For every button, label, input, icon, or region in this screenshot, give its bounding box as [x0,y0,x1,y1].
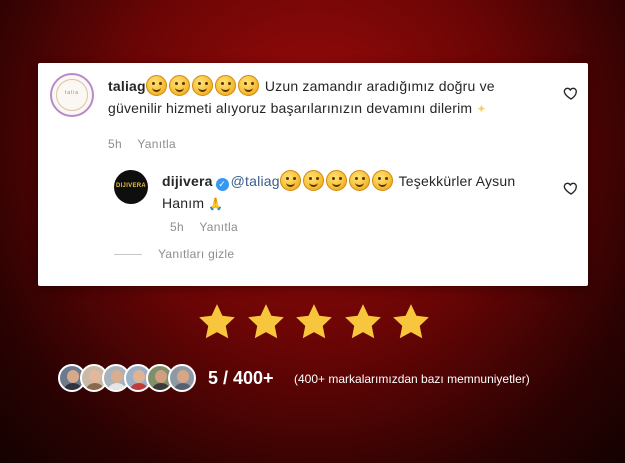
reply-username[interactable]: dijivera [162,173,213,189]
face-body [151,383,171,390]
reply-button[interactable]: Yanıtla [137,137,176,151]
avatar-logo-text: talia [64,90,80,96]
customer-avatar [168,364,196,392]
face-body [129,383,149,390]
rating-stars [196,301,432,347]
verified-badge-icon: ✓ [215,178,229,191]
face-body [173,383,193,390]
avatar-dijivera[interactable]: DIJIVERA [114,170,148,204]
heart-icon[interactable] [563,180,579,196]
testimonial-summary: 5 / 400+ (400+ markalarımızdan bazı memn… [58,364,578,396]
smile-emoji-group [145,75,261,96]
face-head [111,370,123,383]
sparkles-icon: ✦ [476,102,487,116]
avatar-taliag[interactable]: talia [50,73,94,117]
smile-emoji-icon [348,170,370,191]
mention-link[interactable]: @taliag [231,173,280,189]
avatar-logo-text: DIJIVERA [115,183,147,189]
reply-time: 5h [170,220,184,234]
smile-emoji-icon [168,75,190,96]
rating-score: 5 / 400+ [208,368,274,388]
pray-icon: 🙏 [208,197,224,211]
star-icon [296,304,332,339]
comment-time: 5h [108,137,122,151]
star-icon [199,304,235,339]
star-icon [247,304,284,339]
reply-meta: 5h Yanıtla [170,220,250,234]
comment-text: taliag Uzun zamandır aradığımız doğru ve… [108,75,548,120]
heart-icon[interactable] [563,85,579,101]
face-body [85,383,105,390]
reply-body-line1: Teşekkürler Aysun [398,173,516,189]
comment-username[interactable]: taliag [108,78,146,94]
divider-line [114,254,142,255]
smile-emoji-icon [371,170,393,191]
face-head [67,370,79,383]
reply-text: dijivera ✓ @taliag Teşekkürler Aysun Hanım… [162,170,562,215]
smile-emoji-icon [237,75,259,96]
smile-emoji-icon [325,170,347,191]
face-head [155,370,167,383]
face-head [133,370,145,383]
rating-caption: (400+ markalarımızdan bazı memnuniyetler… [294,372,530,386]
smile-emoji-icon [145,75,167,96]
smile-emoji-icon [191,75,213,96]
face-body [63,383,83,390]
face-head [89,370,101,383]
customer-avatars [58,364,208,394]
smile-emoji-group [279,170,395,191]
comment-meta: 5h Yanıtla [108,137,188,151]
reply-button[interactable]: Yanıtla [199,220,238,234]
smile-emoji-icon [214,75,236,96]
star-icon [344,304,381,339]
comment-card: talia taliag Uzun zamandır aradığımız do… [38,63,588,286]
reply-body-line2: Hanım [162,195,205,211]
hide-replies-button[interactable]: Yanıtları gizle [158,247,234,261]
smile-emoji-icon [302,170,324,191]
star-icon [393,304,429,339]
face-head [177,370,189,383]
face-body [107,383,127,390]
smile-emoji-icon [279,170,301,191]
